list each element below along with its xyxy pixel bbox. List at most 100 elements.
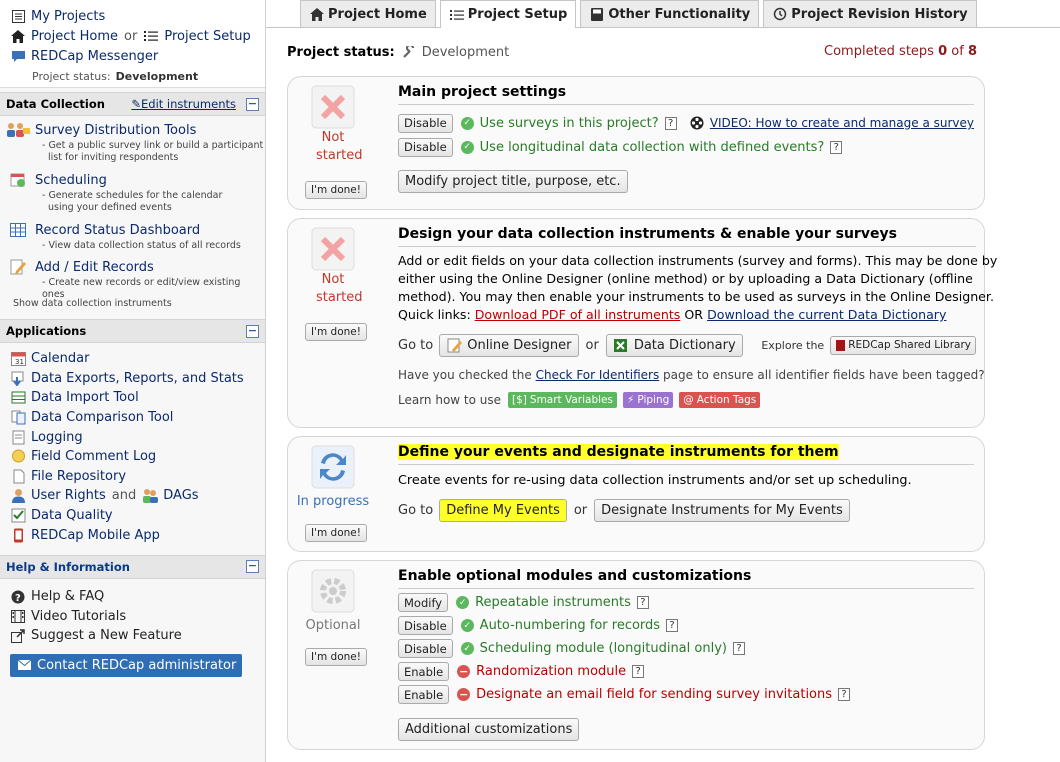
check-identifiers-text: Have you checked the Check For Identifie… xyxy=(398,368,985,382)
check-circle-icon: ✓ xyxy=(460,116,474,130)
app-data-exports[interactable]: Data Exports, Reports, and Stats xyxy=(0,369,265,389)
shared-library-button[interactable]: REDCap Shared Library xyxy=(830,335,976,355)
dc-item-desc: - View data collection status of all rec… xyxy=(42,240,241,251)
app-data-import[interactable]: Data Import Tool xyxy=(0,388,265,408)
brackets-icon: [$] xyxy=(512,394,527,406)
or-text: or xyxy=(585,337,599,353)
card-title: Define your events and designate instrum… xyxy=(398,443,974,465)
or-upper-text: OR xyxy=(684,307,704,322)
goto-label: Go to xyxy=(398,502,434,518)
piping-button[interactable]: ⚡ Piping xyxy=(623,392,674,408)
film-icon xyxy=(10,608,26,624)
calendar-clock-icon xyxy=(6,172,30,188)
edit-document-icon xyxy=(6,259,30,275)
module-row: Disable ✓ Scheduling module (longitudina… xyxy=(398,637,974,660)
additional-customizations-button[interactable]: Additional customizations xyxy=(398,718,580,741)
dags-link[interactable]: DAGs xyxy=(163,488,198,503)
project-home-link[interactable]: Project Home xyxy=(31,29,118,44)
disable-scheduling-button[interactable]: Disable xyxy=(398,639,453,658)
check-post: page to ensure all identifier fields hav… xyxy=(663,368,985,382)
applications-list: 31 Calendar Data Exports, Reports, and St… xyxy=(0,343,265,545)
video-link[interactable]: VIDEO: How to create and manage a survey xyxy=(710,116,974,130)
show-instruments-link[interactable]: Show data collection instruments xyxy=(0,295,265,319)
app-label: Data Exports, Reports, and Stats xyxy=(31,370,244,386)
card-body: Design your data collection instruments … xyxy=(398,225,997,412)
setting-row-surveys: Disable ✓ Use surveys in this project? ?… xyxy=(398,111,974,135)
completed-label: Completed steps xyxy=(824,44,934,59)
log-document-icon xyxy=(10,429,26,445)
check-circle-icon: ✓ xyxy=(460,140,474,154)
tab-other-functionality[interactable]: Other Functionality xyxy=(580,0,760,27)
disable-surveys-button[interactable]: Disable xyxy=(398,113,453,133)
svg-text:31: 31 xyxy=(15,358,24,366)
enable-randomization-button[interactable]: Enable xyxy=(398,662,450,681)
dc-item-desc: - Generate schedules for the calendar xyxy=(42,190,223,201)
im-done-button[interactable]: I'm done! xyxy=(305,524,367,542)
collapse-applications-button[interactable]: − xyxy=(246,324,259,338)
suggest-feature-link[interactable]: Suggest a New Feature xyxy=(0,626,265,646)
help-question-icon[interactable]: ? xyxy=(830,140,843,154)
contact-admin-button[interactable]: Contact REDCap administrator xyxy=(10,653,243,677)
dc-item-add-edit-records[interactable]: Add / Edit Records - Create new records … xyxy=(0,257,265,300)
app-label: Data Quality xyxy=(31,508,113,524)
check-identifiers-link[interactable]: Check For Identifiers xyxy=(536,368,660,382)
setting-label: Use surveys in this project? xyxy=(479,115,659,131)
calendar-icon: 31 xyxy=(10,351,26,367)
app-calendar[interactable]: 31 Calendar xyxy=(0,349,265,369)
help-question-icon[interactable]: ? xyxy=(664,116,677,130)
collapse-data-collection-button[interactable]: − xyxy=(246,97,259,111)
card-design-instruments: Not started I'm done! Design your data c… xyxy=(287,218,997,428)
edit-instruments-link[interactable]: ✎Edit instruments xyxy=(131,97,236,111)
goto-row: Go to Online Designer or Data Dictionary… xyxy=(398,330,976,360)
user-rights-link[interactable]: User Rights xyxy=(31,488,106,503)
book-icon xyxy=(835,337,845,353)
dc-item-survey-distribution[interactable]: Survey Distribution Tools - Get a public… xyxy=(0,120,265,170)
module-row: Enable − Designate an email field for se… xyxy=(398,683,974,706)
help-faq-link[interactable]: ? Help & FAQ xyxy=(0,587,265,607)
app-data-quality[interactable]: Data Quality xyxy=(0,506,265,526)
designate-instruments-button[interactable]: Designate Instruments for My Events xyxy=(594,498,850,522)
tab-revision-history[interactable]: Project Revision History xyxy=(763,0,977,27)
sidebar-project-status: Project status: Development xyxy=(10,66,265,86)
help-question-icon[interactable]: ? xyxy=(732,642,745,655)
or-text: or xyxy=(573,502,588,518)
im-done-button[interactable]: I'm done! xyxy=(305,323,367,341)
my-projects-link[interactable]: My Projects xyxy=(10,6,265,26)
enable-email-field-button[interactable]: Enable xyxy=(398,685,450,704)
tab-project-home[interactable]: Project Home xyxy=(300,0,436,27)
app-field-comment-log[interactable]: Field Comment Log xyxy=(0,447,265,467)
collapse-help-button[interactable]: − xyxy=(246,560,259,574)
disable-longitudinal-button[interactable]: Disable xyxy=(398,137,453,157)
card-title: Enable optional modules and customizatio… xyxy=(398,567,974,589)
data-dictionary-button[interactable]: Data Dictionary xyxy=(605,333,743,357)
dc-item-scheduling[interactable]: Scheduling - Generate schedules for the … xyxy=(0,170,265,220)
online-designer-button[interactable]: Online Designer xyxy=(439,333,579,357)
modify-repeatable-button[interactable]: Modify xyxy=(398,593,449,612)
contact-admin-label: Contact REDCap administrator xyxy=(37,657,237,673)
download-pdf-link[interactable]: Download PDF of all instruments xyxy=(475,307,681,322)
messenger-link[interactable]: REDCap Messenger xyxy=(10,46,265,66)
app-logging[interactable]: Logging xyxy=(0,427,265,447)
smart-variables-button[interactable]: [$] Smart Variables xyxy=(508,392,617,408)
help-question-icon[interactable]: ? xyxy=(636,596,649,609)
and-text: and xyxy=(111,488,137,504)
video-tutorials-link[interactable]: Video Tutorials xyxy=(0,607,265,627)
define-events-button[interactable]: Define My Events xyxy=(439,498,567,522)
app-data-comparison[interactable]: Data Comparison Tool xyxy=(0,408,265,428)
tab-project-setup[interactable]: Project Setup xyxy=(439,0,577,28)
modify-project-button[interactable]: Modify project title, purpose, etc. xyxy=(398,170,628,193)
help-question-icon[interactable]: ? xyxy=(838,688,851,701)
im-done-button[interactable]: I'm done! xyxy=(305,648,367,666)
download-dictionary-link[interactable]: Download the current Data Dictionary xyxy=(707,307,946,322)
app-mobile-app[interactable]: REDCap Mobile App xyxy=(0,525,265,545)
action-tags-button[interactable]: @ Action Tags xyxy=(679,392,761,408)
project-status-bar: Project status: Development Completed st… xyxy=(287,44,977,60)
messenger-label: REDCap Messenger xyxy=(31,48,159,64)
disable-autonumbering-button[interactable]: Disable xyxy=(398,616,453,635)
help-question-icon[interactable]: ? xyxy=(666,619,679,632)
help-question-icon[interactable]: ? xyxy=(632,665,645,678)
dc-item-record-status[interactable]: Record Status Dashboard - View data coll… xyxy=(0,220,265,257)
im-done-button[interactable]: I'm done! xyxy=(305,181,367,199)
project-setup-link[interactable]: Project Setup xyxy=(164,29,250,44)
app-file-repository[interactable]: File Repository xyxy=(0,467,265,487)
